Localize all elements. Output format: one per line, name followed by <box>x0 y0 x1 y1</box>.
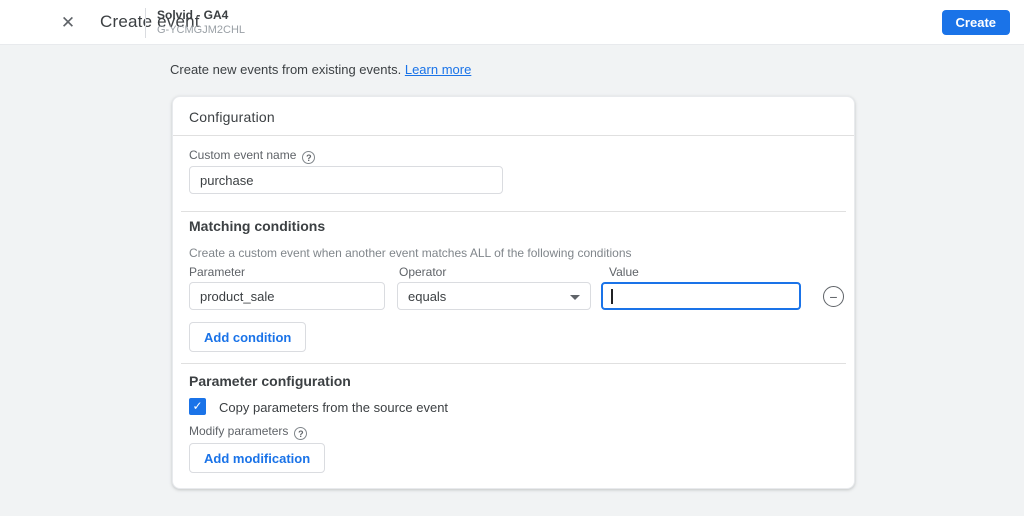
add-modification-button[interactable]: Add modification <box>189 443 326 473</box>
custom-event-name-label-text: Custom event name <box>189 148 297 162</box>
custom-event-name-label: Custom event name? <box>189 148 316 164</box>
top-bar: ✕ Create event Solvid - GA4 G-YCMGJM2CHL… <box>0 0 1024 45</box>
chevron-down-icon <box>570 295 580 300</box>
modify-parameters-label: Modify parameters? <box>189 424 308 440</box>
matching-conditions-title: Matching conditions <box>189 218 326 234</box>
section-divider <box>181 363 846 364</box>
configuration-card: Configuration Custom event name? Matchin… <box>172 96 855 489</box>
copy-parameters-label: Copy parameters from the source event <box>219 400 449 415</box>
value-input-wrapper <box>601 282 801 310</box>
header-divider <box>145 8 146 38</box>
copy-parameters-checkbox[interactable]: ✓ <box>189 398 206 415</box>
matching-conditions-description: Create a custom event when another event… <box>189 246 632 260</box>
value-input[interactable] <box>603 284 799 308</box>
text-cursor <box>611 289 613 304</box>
create-button[interactable]: Create <box>941 10 1010 35</box>
modify-parameters-label-text: Modify parameters <box>189 424 289 438</box>
parameter-input[interactable] <box>189 282 385 310</box>
parameter-configuration-title: Parameter configuration <box>189 373 351 389</box>
operator-label: Operator <box>399 265 447 279</box>
parameter-label: Parameter <box>189 265 246 279</box>
operator-select[interactable]: equals <box>397 282 591 310</box>
intro-text-label: Create new events from existing events. <box>170 62 405 77</box>
checkmark-icon: ✓ <box>192 399 203 413</box>
section-divider <box>181 211 846 212</box>
add-condition-button[interactable]: Add condition <box>189 322 307 352</box>
remove-condition-icon[interactable]: − <box>823 286 844 307</box>
property-info: Solvid - GA4 G-YCMGJM2CHL <box>157 7 245 37</box>
property-name: Solvid - GA4 <box>157 8 229 22</box>
property-id: G-YCMGJM2CHL <box>157 24 246 36</box>
close-icon[interactable]: ✕ <box>56 11 80 35</box>
value-label: Value <box>609 265 639 279</box>
help-icon[interactable]: ? <box>294 427 308 440</box>
learn-more-link[interactable]: Learn more <box>405 62 471 77</box>
card-title: Configuration <box>189 109 275 125</box>
card-header: Configuration <box>173 97 854 136</box>
help-icon[interactable]: ? <box>302 151 316 164</box>
custom-event-name-input[interactable] <box>189 166 503 194</box>
operator-selected-value: equals <box>408 289 447 304</box>
intro-text: Create new events from existing events. … <box>170 62 471 77</box>
